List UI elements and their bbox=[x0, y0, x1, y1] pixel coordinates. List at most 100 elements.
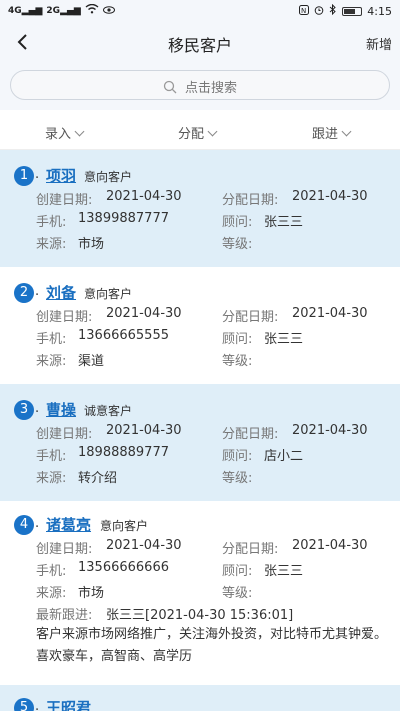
chevron-down-icon bbox=[341, 126, 352, 137]
assigned-label: 分配日期: bbox=[222, 427, 279, 442]
index-badge: 4 bbox=[14, 515, 34, 535]
signal-icon-2: 2G▂▄▆ bbox=[46, 5, 81, 16]
svg-text:N: N bbox=[301, 7, 306, 15]
advisor-value: 张三三 bbox=[264, 332, 304, 347]
level-label: 等级: bbox=[222, 586, 253, 601]
search-icon bbox=[163, 80, 177, 94]
phone-value: 13666665555 bbox=[78, 328, 169, 343]
customer-note: 客户来源市场网络推广，关注海外投资，对比特币尤其钟爱。喜欢豪车，高智商、高学历 bbox=[36, 627, 388, 664]
status-time: 4:15 bbox=[367, 4, 392, 18]
created-value: 2021-04-30 bbox=[106, 189, 182, 204]
customer-type: 意向客户 bbox=[100, 519, 149, 533]
phone-value: 13899887777 bbox=[78, 211, 169, 226]
source-label: 来源: bbox=[36, 354, 67, 369]
customer-type: 意向客户 bbox=[84, 287, 133, 301]
customer-type: 诚意客户 bbox=[84, 404, 133, 418]
phone-label: 手机: bbox=[36, 215, 67, 230]
filter-entry[interactable]: 录入 bbox=[45, 123, 85, 142]
phone-value: 18988889777 bbox=[78, 445, 169, 460]
source-value: 市场 bbox=[78, 237, 105, 252]
customer-name[interactable]: 刘备 bbox=[46, 282, 76, 303]
customer-card[interactable]: 1 . 项羽 意向客户 创建日期: 2021-04-30 分配日期: 2021-… bbox=[0, 150, 400, 267]
advisor-value: 张三三 bbox=[264, 564, 304, 579]
page-title: 移民客户 bbox=[167, 36, 232, 55]
nfc-icon: N bbox=[299, 4, 310, 18]
phone-label: 手机: bbox=[36, 449, 67, 464]
assigned-value: 2021-04-30 bbox=[292, 538, 368, 553]
level-label: 等级: bbox=[222, 471, 253, 486]
customer-type: 意向客户 bbox=[84, 170, 133, 184]
filter-followup-label: 跟进 bbox=[312, 127, 339, 142]
index-badge: 1 bbox=[14, 166, 34, 186]
created-label: 创建日期: bbox=[36, 542, 93, 557]
filter-bar: 录入 分配 跟进 bbox=[0, 110, 400, 150]
search-input[interactable]: 点击搜索 bbox=[10, 70, 390, 100]
customer-card[interactable]: 4 . 诸葛亮 意向客户 创建日期: 2021-04-30 分配日期: 2021… bbox=[0, 501, 400, 685]
signal-label-2: 2G bbox=[46, 5, 61, 16]
advisor-label: 顾问: bbox=[222, 215, 253, 230]
signal-label-1: 4G bbox=[8, 5, 22, 16]
assigned-label: 分配日期: bbox=[222, 310, 279, 325]
phone-label: 手机: bbox=[36, 564, 67, 579]
bluetooth-icon bbox=[329, 3, 337, 18]
created-value: 2021-04-30 bbox=[106, 306, 182, 321]
wifi-icon bbox=[85, 3, 99, 17]
followup-label: 最新跟进: bbox=[36, 608, 93, 623]
advisor-label: 顾问: bbox=[222, 332, 253, 347]
search-placeholder: 点击搜索 bbox=[184, 81, 237, 96]
index-dot: . bbox=[35, 699, 40, 711]
phone-value: 13566666666 bbox=[78, 560, 169, 575]
filter-assign[interactable]: 分配 bbox=[178, 123, 218, 142]
index-dot: . bbox=[35, 167, 40, 182]
alarm-icon bbox=[314, 5, 324, 18]
index-dot: . bbox=[35, 401, 40, 416]
customer-name[interactable]: 曹操 bbox=[46, 399, 76, 420]
nav-bar: 移民客户 新增 bbox=[0, 24, 400, 60]
status-bar: 4G▂▄▆ 2G▂▄▆ N 4:15 bbox=[0, 0, 400, 24]
chevron-down-icon bbox=[207, 126, 218, 137]
advisor-label: 顾问: bbox=[222, 449, 253, 464]
customer-card[interactable]: 3 . 曹操 诚意客户 创建日期: 2021-04-30 分配日期: 2021-… bbox=[0, 384, 400, 501]
customer-name[interactable]: 王昭君 bbox=[46, 697, 91, 711]
filter-followup[interactable]: 跟进 bbox=[312, 123, 352, 142]
customer-name[interactable]: 项羽 bbox=[46, 165, 76, 186]
assigned-label: 分配日期: bbox=[222, 193, 279, 208]
customer-card[interactable]: 5 . 王昭君 bbox=[0, 685, 400, 711]
source-value: 市场 bbox=[78, 586, 105, 601]
signal-icon: 4G▂▄▆ bbox=[8, 5, 43, 16]
assigned-value: 2021-04-30 bbox=[292, 306, 368, 321]
followup-value: 张三三[2021-04-30 15:36:01] bbox=[106, 608, 294, 623]
level-label: 等级: bbox=[222, 237, 253, 252]
index-dot: . bbox=[35, 516, 40, 531]
battery-icon bbox=[342, 6, 363, 16]
filter-entry-label: 录入 bbox=[45, 127, 72, 142]
index-badge: 3 bbox=[14, 400, 34, 420]
source-value: 渠道 bbox=[78, 354, 105, 369]
eye-icon bbox=[102, 4, 115, 17]
source-label: 来源: bbox=[36, 471, 67, 486]
customer-card[interactable]: 2 . 刘备 意向客户 创建日期: 2021-04-30 分配日期: 2021-… bbox=[0, 267, 400, 384]
created-label: 创建日期: bbox=[36, 427, 93, 442]
phone-label: 手机: bbox=[36, 332, 67, 347]
created-value: 2021-04-30 bbox=[106, 538, 182, 553]
source-label: 来源: bbox=[36, 586, 67, 601]
chevron-down-icon bbox=[74, 126, 85, 137]
assigned-value: 2021-04-30 bbox=[292, 423, 368, 438]
filter-assign-label: 分配 bbox=[178, 127, 205, 142]
customer-name[interactable]: 诸葛亮 bbox=[46, 514, 91, 535]
search-area: 点击搜索 bbox=[0, 60, 400, 110]
source-label: 来源: bbox=[36, 237, 67, 252]
created-label: 创建日期: bbox=[36, 193, 93, 208]
index-badge: 2 bbox=[14, 283, 34, 303]
assigned-value: 2021-04-30 bbox=[292, 189, 368, 204]
advisor-value: 店小二 bbox=[264, 449, 304, 464]
advisor-label: 顾问: bbox=[222, 564, 253, 579]
index-badge: 5 bbox=[14, 698, 34, 711]
level-label: 等级: bbox=[222, 354, 253, 369]
add-button[interactable]: 新增 bbox=[366, 34, 392, 53]
source-value: 转介绍 bbox=[78, 471, 118, 486]
assigned-label: 分配日期: bbox=[222, 542, 279, 557]
created-label: 创建日期: bbox=[36, 310, 93, 325]
created-value: 2021-04-30 bbox=[106, 423, 182, 438]
advisor-value: 张三三 bbox=[264, 215, 304, 230]
